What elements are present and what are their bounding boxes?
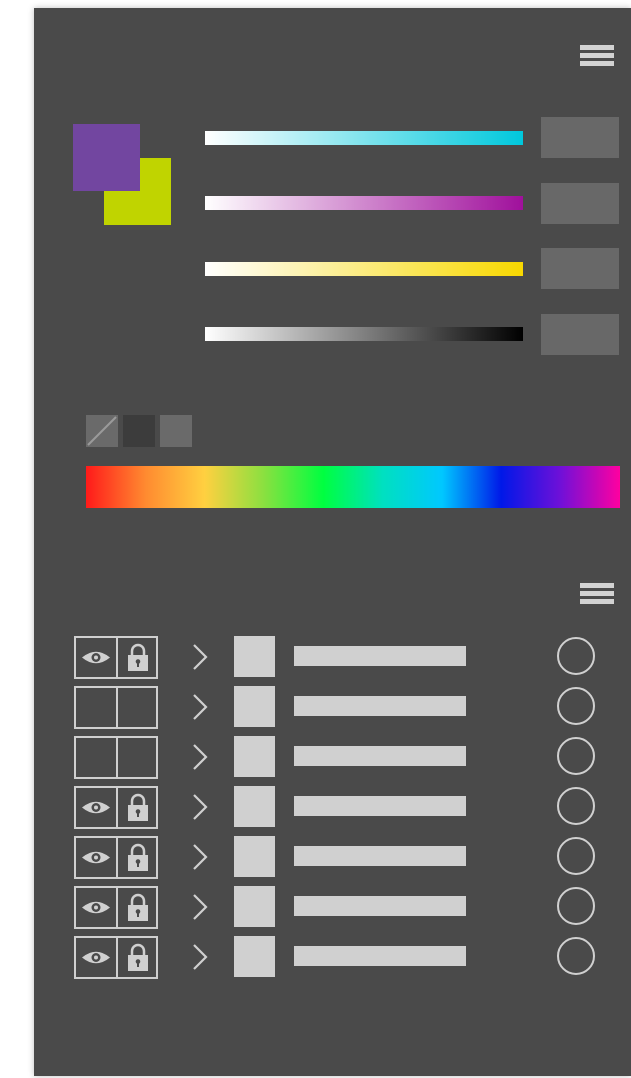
chevron-right-icon[interactable] (186, 842, 212, 872)
layer-row[interactable] (34, 786, 631, 829)
visibility-toggle[interactable] (76, 688, 116, 727)
chevron-right-icon[interactable] (186, 742, 212, 772)
visibility-toggle[interactable] (76, 788, 116, 827)
visibility-toggle[interactable] (76, 638, 116, 677)
lock-toggle[interactable] (118, 888, 158, 927)
primary-color-swatch[interactable] (73, 124, 140, 191)
layer-toggles (74, 836, 158, 879)
layer-select-radio[interactable] (557, 837, 595, 875)
layers-panel-menu-icon[interactable] (580, 583, 614, 609)
layer-name-field[interactable] (294, 896, 466, 916)
layer-thumbnail (234, 636, 275, 677)
layer-row[interactable] (34, 836, 631, 879)
layer-thumbnail (234, 786, 275, 827)
chevron-right-icon[interactable] (186, 792, 212, 822)
visibility-toggle[interactable] (76, 938, 116, 977)
layer-name-field[interactable] (294, 696, 466, 716)
cyan-value-field[interactable] (541, 117, 619, 158)
layer-toggles (74, 686, 158, 729)
none-color-button[interactable] (86, 415, 118, 447)
visibility-toggle[interactable] (76, 838, 116, 877)
layer-thumbnail (234, 936, 275, 977)
layer-toggles (74, 636, 158, 679)
chevron-right-icon[interactable] (186, 642, 212, 672)
layer-select-radio[interactable] (557, 637, 595, 675)
layer-row[interactable] (34, 636, 631, 679)
yellow-slider[interactable] (205, 262, 523, 276)
magenta-value-field[interactable] (541, 183, 619, 224)
layer-row[interactable] (34, 936, 631, 979)
lock-toggle[interactable] (118, 838, 158, 877)
layer-thumbnail (234, 736, 275, 777)
layer-select-radio[interactable] (557, 887, 595, 925)
layer-select-radio[interactable] (557, 687, 595, 725)
layer-name-field[interactable] (294, 646, 466, 666)
visibility-toggle[interactable] (76, 888, 116, 927)
layer-name-field[interactable] (294, 946, 466, 966)
layer-row[interactable] (34, 736, 631, 779)
lock-toggle[interactable] (118, 688, 158, 727)
dark-swatch-button[interactable] (123, 415, 155, 447)
lock-toggle[interactable] (118, 738, 158, 777)
color-panel-menu-icon[interactable] (580, 45, 614, 71)
layer-thumbnail (234, 686, 275, 727)
cyan-slider[interactable] (205, 131, 523, 145)
none-color-icon (87, 416, 117, 446)
yellow-value-field[interactable] (541, 248, 619, 289)
chevron-right-icon[interactable] (186, 892, 212, 922)
black-value-field[interactable] (541, 314, 619, 355)
lock-toggle[interactable] (118, 938, 158, 977)
layer-select-radio[interactable] (557, 787, 595, 825)
layer-toggles (74, 786, 158, 829)
chevron-right-icon[interactable] (186, 692, 212, 722)
visibility-toggle[interactable] (76, 738, 116, 777)
layer-name-field[interactable] (294, 846, 466, 866)
layer-toggles (74, 736, 158, 779)
light-swatch-button[interactable] (160, 415, 192, 447)
black-slider[interactable] (205, 327, 523, 341)
layer-select-radio[interactable] (557, 937, 595, 975)
layer-name-field[interactable] (294, 796, 466, 816)
layer-toggles (74, 886, 158, 929)
layer-toggles (74, 936, 158, 979)
lock-toggle[interactable] (118, 638, 158, 677)
chevron-right-icon[interactable] (186, 942, 212, 972)
layer-thumbnail (234, 836, 275, 877)
layer-row[interactable] (34, 686, 631, 729)
magenta-slider[interactable] (205, 196, 523, 210)
color-spectrum-bar[interactable] (86, 466, 620, 508)
layer-name-field[interactable] (294, 746, 466, 766)
layer-thumbnail (234, 886, 275, 927)
layer-row[interactable] (34, 886, 631, 929)
layer-select-radio[interactable] (557, 737, 595, 775)
lock-toggle[interactable] (118, 788, 158, 827)
color-panel (34, 8, 631, 1076)
